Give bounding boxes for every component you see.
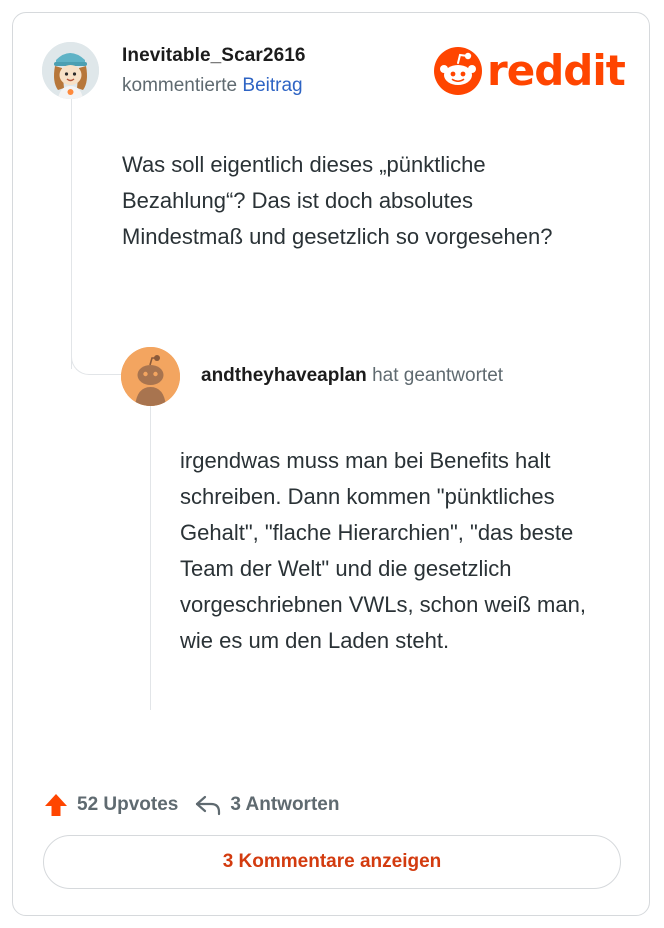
reply-action: hat geantwortet — [372, 365, 504, 386]
thread-line — [71, 99, 72, 369]
reply-arrow-icon — [196, 795, 221, 816]
comment-card: Inevitable_Scar2616 kommentierte Beitrag… — [12, 12, 650, 916]
upvote-arrow-icon — [45, 794, 67, 816]
commenter-username[interactable]: Inevitable_Scar2616 — [122, 45, 306, 67]
upvote-count: 52 Upvotes — [77, 794, 179, 815]
reply-username[interactable]: andtheyhaveaplan — [201, 365, 367, 386]
reply-text: irgendwas muss man bei Benefits halt sch… — [180, 448, 586, 653]
commenter-avatar[interactable] — [42, 42, 99, 99]
default-snoo-avatar-icon — [121, 347, 180, 406]
reply-thread-line — [150, 405, 151, 710]
snoo-avatar-icon — [42, 42, 99, 99]
thread-connector — [71, 339, 121, 375]
engagement-bar: 52 Upvotes 3 Antworten — [43, 788, 339, 822]
reply-avatar[interactable] — [121, 347, 180, 406]
comment-action-text: kommentierte — [122, 75, 238, 96]
reply-count: 3 Antworten — [230, 794, 340, 815]
comment-text: Was soll eigentlich dieses „pünktliche B… — [122, 152, 553, 249]
reddit-logo: reddit — [433, 46, 626, 96]
reply-header: andtheyhaveaplan hat geantwortet — [201, 365, 503, 387]
post-link[interactable]: Beitrag — [242, 75, 302, 96]
reddit-wordmark: reddit — [487, 46, 626, 95]
reddit-snoo-icon — [434, 47, 482, 95]
show-comments-button[interactable]: 3 Kommentare anzeigen — [43, 835, 621, 889]
comment-action: kommentierte Beitrag — [122, 75, 303, 97]
replies-button[interactable]: 3 Antworten — [194, 792, 339, 818]
upvote-button[interactable]: 52 Upvotes — [43, 792, 178, 818]
